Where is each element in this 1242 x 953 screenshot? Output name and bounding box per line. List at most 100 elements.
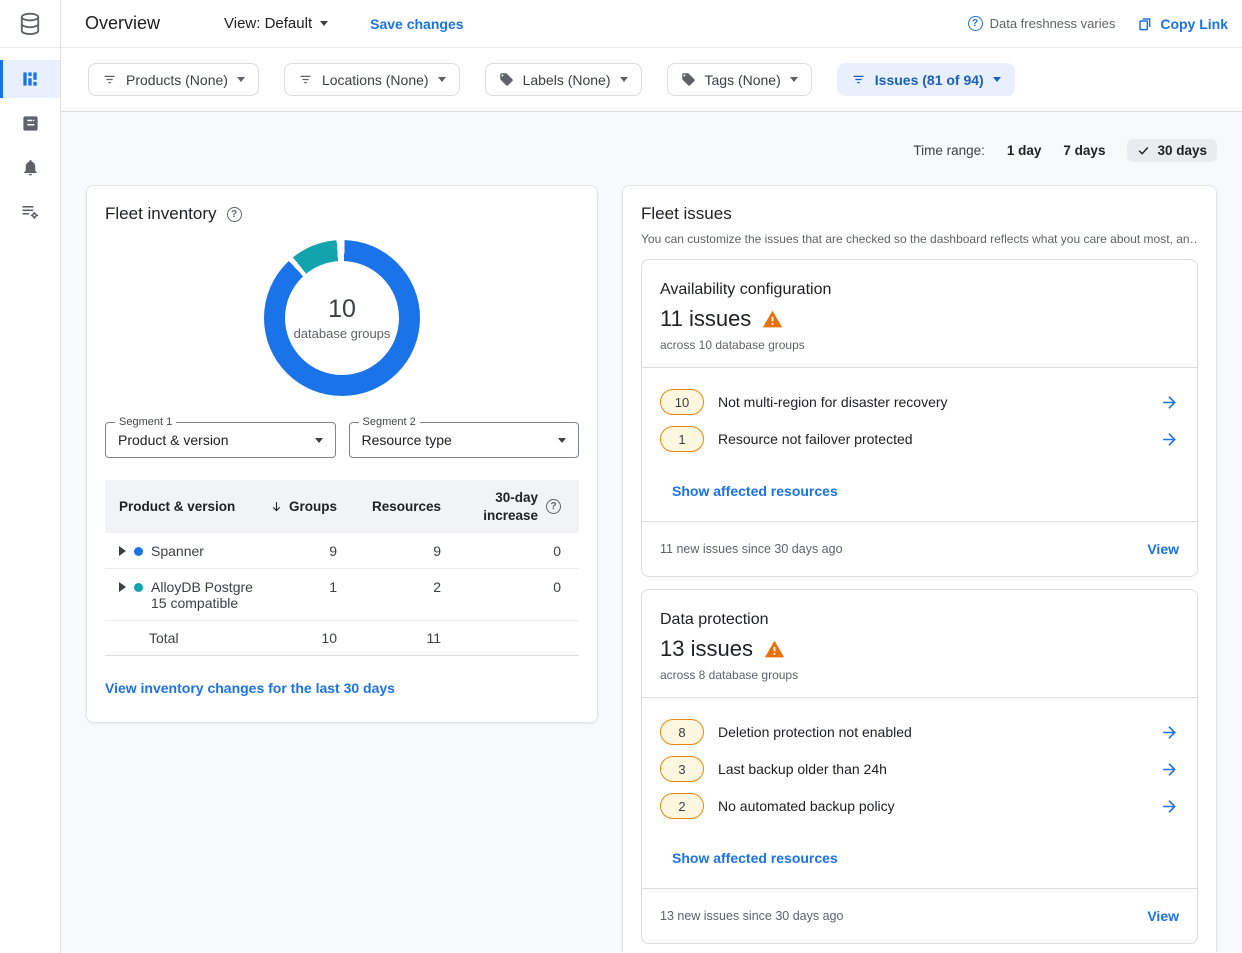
view-button[interactable]: View <box>1147 908 1179 924</box>
sidebar-item-resources[interactable] <box>0 104 60 142</box>
issue-label: Not multi-region for disaster recovery <box>718 394 948 410</box>
chevron-down-icon <box>620 77 628 82</box>
time-range-label: Time range: <box>913 143 985 158</box>
show-affected-resources-link[interactable]: Show affected resources <box>672 483 838 499</box>
copy-link-button[interactable]: Copy Link <box>1137 16 1228 32</box>
chevron-down-icon <box>993 77 1001 82</box>
arrow-forward-icon[interactable] <box>1160 393 1179 412</box>
table-row-alloydb[interactable]: AlloyDB PostgreSQL 15 compatible 1 2 0 <box>105 569 579 621</box>
sidebar <box>0 0 61 953</box>
section-issue-count: 13 issues <box>660 636 753 662</box>
section-issue-count: 11 issues <box>660 306 751 332</box>
issue-row[interactable]: 3 Last backup older than 24h <box>660 754 1179 784</box>
issue-count-badge: 10 <box>660 389 704 415</box>
filter-chip-labels[interactable]: Labels (None) <box>485 63 642 96</box>
view-selector[interactable]: View: Default <box>224 15 328 32</box>
issue-count-badge: 3 <box>660 756 704 782</box>
expand-row-icon[interactable] <box>119 546 126 556</box>
copy-link-label: Copy Link <box>1160 16 1228 32</box>
bell-icon <box>21 158 40 177</box>
row-increase: 0 <box>441 543 579 559</box>
database-logo-icon <box>17 11 43 37</box>
donut-center: 10 database groups <box>285 261 399 375</box>
section-scope: across 8 database groups <box>660 668 1179 682</box>
filter-chip-issues[interactable]: Issues (81 of 94) <box>837 63 1015 96</box>
resources-icon <box>21 114 40 133</box>
app-logo <box>0 0 60 48</box>
segment2-value: Resource type <box>362 432 452 448</box>
database-groups-donut-chart[interactable]: 10 database groups <box>264 240 420 396</box>
table-row-spanner[interactable]: Spanner 9 9 0 <box>105 533 579 569</box>
chevron-down-icon <box>558 438 566 443</box>
column-header-groups[interactable]: Groups <box>255 499 337 514</box>
issue-count-badge: 8 <box>660 719 704 745</box>
sidebar-nav <box>0 48 60 236</box>
data-freshness-label: Data freshness varies <box>990 16 1116 31</box>
row-resources: 2 <box>337 579 441 595</box>
save-changes-button[interactable]: Save changes <box>370 16 463 32</box>
total-label: Total <box>105 630 255 646</box>
column-header-resources[interactable]: Resources <box>337 499 441 514</box>
segment2-select[interactable]: Segment 2 Resource type <box>349 422 580 458</box>
arrow-forward-icon[interactable] <box>1160 723 1179 742</box>
issue-row[interactable]: 10 Not multi-region for disaster recover… <box>660 387 1179 417</box>
top-bar: Overview View: Default Save changes ? Da… <box>61 0 1242 48</box>
fleet-inventory-card: Fleet inventory ? 10 database groups Seg… <box>86 185 598 723</box>
fleet-issues-subtitle: You can customize the issues that are ch… <box>641 232 1198 246</box>
segment2-label: Segment 2 <box>359 416 420 428</box>
issue-label: No automated backup policy <box>718 798 895 814</box>
donut-value: 10 <box>328 295 356 324</box>
help-icon[interactable]: ? <box>546 499 561 514</box>
arrow-forward-icon[interactable] <box>1160 430 1179 449</box>
chevron-down-icon <box>790 77 798 82</box>
sidebar-item-settings[interactable] <box>0 192 60 230</box>
segment1-label: Segment 1 <box>115 416 176 428</box>
time-range-30-days[interactable]: 30 days <box>1127 139 1217 162</box>
total-groups: 10 <box>255 630 337 646</box>
page-title: Overview <box>85 13 160 34</box>
filter-icon <box>102 72 117 87</box>
filter-icon <box>851 72 866 87</box>
issue-label: Last backup older than 24h <box>718 761 887 777</box>
issue-row[interactable]: 2 No automated backup policy <box>660 791 1179 821</box>
arrow-forward-icon[interactable] <box>1160 797 1179 816</box>
issue-label: Deletion protection not enabled <box>718 724 912 740</box>
show-affected-resources-link[interactable]: Show affected resources <box>672 850 838 866</box>
table-total-row: Total 10 11 <box>105 621 579 656</box>
column-header-product[interactable]: Product & version <box>105 499 255 514</box>
issue-label: Resource not failover protected <box>718 431 913 447</box>
segment1-value: Product & version <box>118 432 229 448</box>
issue-row[interactable]: 8 Deletion protection not enabled <box>660 717 1179 747</box>
filter-chip-label: Labels (None) <box>523 72 611 88</box>
filter-chip-locations[interactable]: Locations (None) <box>284 63 460 96</box>
segment1-select[interactable]: Segment 1 Product & version <box>105 422 336 458</box>
column-header-increase[interactable]: 30-day increase ? <box>441 489 579 524</box>
time-range-1-day[interactable]: 1 day <box>1007 143 1042 158</box>
new-issues-note: 13 new issues since 30 days ago <box>660 909 843 923</box>
row-increase: 0 <box>441 579 579 595</box>
help-icon[interactable]: ? <box>968 16 983 31</box>
chevron-down-icon <box>438 77 446 82</box>
issue-row[interactable]: 1 Resource not failover protected <box>660 424 1179 454</box>
fleet-issues-title: Fleet issues <box>641 204 732 224</box>
view-inventory-changes-link[interactable]: View inventory changes for the last 30 d… <box>105 680 395 696</box>
sidebar-item-overview[interactable] <box>0 60 60 98</box>
help-icon[interactable]: ? <box>227 207 242 222</box>
expand-row-icon[interactable] <box>119 582 126 592</box>
view-button[interactable]: View <box>1147 541 1179 557</box>
new-issues-note: 11 new issues since 30 days ago <box>660 542 843 556</box>
chevron-down-icon <box>315 438 323 443</box>
sort-desc-icon <box>270 500 283 513</box>
issue-section-data-protection: Data protection 13 issues across 8 datab… <box>641 589 1198 944</box>
time-range-7-days[interactable]: 7 days <box>1063 143 1105 158</box>
sidebar-item-notifications[interactable] <box>0 148 60 186</box>
warning-icon <box>764 639 785 660</box>
time-range-selector: Time range: 1 day 7 days 30 days <box>86 139 1217 162</box>
arrow-forward-icon[interactable] <box>1160 760 1179 779</box>
issue-count-badge: 1 <box>660 426 704 452</box>
donut-label: database groups <box>294 326 391 341</box>
filter-chip-tags[interactable]: Tags (None) <box>667 63 812 96</box>
filter-chip-products[interactable]: Products (None) <box>88 63 259 96</box>
filter-chip-label: Products (None) <box>126 72 228 88</box>
content-area: Time range: 1 day 7 days 30 days Fleet i… <box>61 112 1242 952</box>
